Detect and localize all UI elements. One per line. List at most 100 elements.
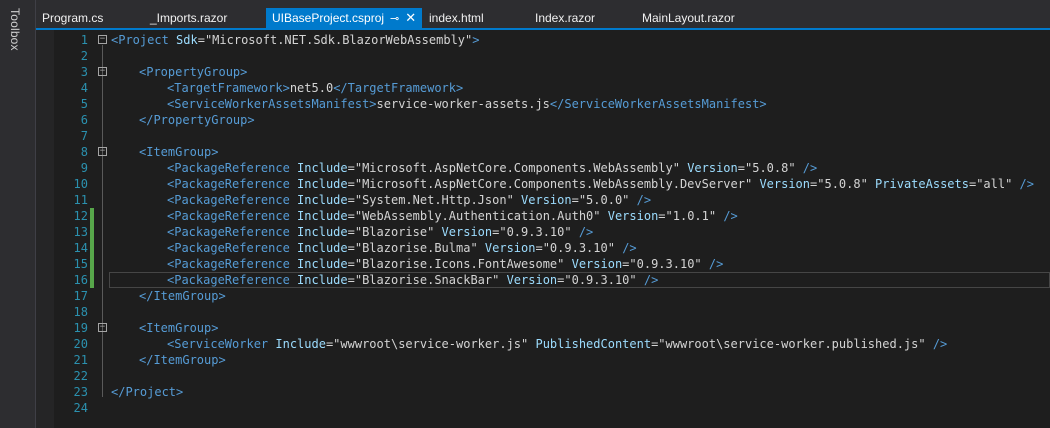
token-val: ="WebAssembly.Authentication.Auth0" bbox=[347, 209, 608, 223]
token-tag: <PackageReference bbox=[167, 241, 298, 255]
code-line[interactable]: 22 bbox=[36, 368, 1050, 384]
code-text: </Project> bbox=[111, 384, 183, 400]
code-line[interactable]: 20 <ServiceWorker Include="wwwroot\servic… bbox=[36, 336, 1050, 352]
token-val: ="wwwroot\service-worker.published.js" bbox=[651, 337, 933, 351]
token-tag: /> bbox=[1019, 177, 1034, 191]
code-line[interactable]: 4 <TargetFramework>net5.0</TargetFramewor… bbox=[36, 80, 1050, 96]
tab-index-razor[interactable]: Index.razor bbox=[535, 8, 595, 28]
code-line[interactable]: 23 </Project> bbox=[36, 384, 1050, 400]
token-attr: PrivateAssets bbox=[875, 177, 969, 191]
token-val: ="5.0.0" bbox=[571, 193, 637, 207]
code-line[interactable]: 7 bbox=[36, 128, 1050, 144]
token-attr: Version bbox=[607, 209, 659, 223]
code-text: <PackageReference Include="WebAssembly.A… bbox=[167, 208, 738, 224]
code-text: <TargetFramework>net5.0</TargetFramework… bbox=[167, 80, 463, 96]
tab-imports-razor[interactable]: _Imports.razor bbox=[150, 8, 227, 28]
code-line[interactable]: 14 <PackageReference Include="Blazorise.B… bbox=[36, 240, 1050, 256]
code-line[interactable]: 11 <PackageReference Include="System.Net.… bbox=[36, 192, 1050, 208]
close-icon[interactable]: ✕ bbox=[405, 8, 416, 28]
token-attr: Version bbox=[484, 241, 536, 255]
tab-label: MainLayout.razor bbox=[642, 11, 735, 25]
token-tag: </TargetFramework> bbox=[333, 81, 464, 95]
token-tag: <Project bbox=[111, 33, 177, 47]
token-val: ="0.9.3.10" bbox=[492, 225, 579, 239]
document-tab-bar: Program.cs _Imports.razor UIBaseProject.… bbox=[36, 0, 1050, 28]
token-tag: <TargetFramework> bbox=[167, 81, 290, 95]
code-line[interactable]: 24 bbox=[36, 400, 1050, 416]
token-tag: /> bbox=[636, 193, 652, 207]
line-number: 23 bbox=[73, 385, 88, 399]
collapse-icon[interactable]: − bbox=[98, 35, 107, 44]
token-tag: </ItemGroup> bbox=[139, 353, 226, 367]
collapse-icon[interactable]: − bbox=[98, 323, 107, 332]
code-line[interactable]: 18 bbox=[36, 304, 1050, 320]
token-attr: Include bbox=[297, 161, 348, 175]
tab-mainlayout-razor[interactable]: MainLayout.razor bbox=[642, 8, 735, 28]
toolbox-panel[interactable]: Toolbox bbox=[0, 0, 36, 428]
tab-index-html[interactable]: index.html bbox=[429, 8, 484, 28]
tab-program-cs[interactable]: Program.cs bbox=[42, 8, 103, 28]
tab-uibaseproject-csproj[interactable]: UIBaseProject.csproj ⊸ ✕ bbox=[266, 8, 423, 29]
code-line[interactable]: 2 bbox=[36, 48, 1050, 64]
code-line[interactable]: 19 − <ItemGroup> bbox=[36, 320, 1050, 336]
token-tag: <PackageReference bbox=[167, 209, 298, 223]
tab-label: index.html bbox=[429, 11, 484, 25]
line-number: 3 bbox=[80, 65, 88, 79]
change-marker bbox=[90, 272, 94, 288]
toolbox-label[interactable]: Toolbox bbox=[8, 8, 22, 51]
token-attr: Version bbox=[441, 225, 493, 239]
pin-icon[interactable]: ⊸ bbox=[390, 9, 399, 29]
code-line[interactable]: 16 <PackageReference Include="Blazorise.S… bbox=[36, 272, 1050, 288]
collapse-icon[interactable]: − bbox=[98, 147, 107, 156]
token-val: ="System.Net.Http.Json" bbox=[347, 193, 522, 207]
code-text: <ServiceWorker Include="wwwroot\service-… bbox=[167, 336, 947, 352]
line-number: 11 bbox=[73, 193, 88, 207]
line-number: 20 bbox=[73, 337, 88, 351]
change-marker bbox=[90, 256, 94, 272]
token-tag: /> bbox=[802, 161, 818, 175]
code-line[interactable]: 5 <ServiceWorkerAssetsManifest>service-wo… bbox=[36, 96, 1050, 112]
token-attr: Include bbox=[297, 225, 348, 239]
code-text: </ItemGroup> bbox=[139, 288, 226, 304]
line-number: 14 bbox=[73, 241, 88, 255]
code-line[interactable]: 17 </ItemGroup> bbox=[36, 288, 1050, 304]
code-line[interactable]: 13 <PackageReference Include="Blazorise" … bbox=[36, 224, 1050, 240]
token-val: ="0.9.3.10" bbox=[535, 241, 623, 255]
collapse-icon[interactable]: − bbox=[98, 67, 107, 76]
code-text: <ItemGroup> bbox=[139, 320, 218, 336]
token-tag: > bbox=[472, 33, 480, 47]
code-line[interactable]: 10 <PackageReference Include="Microsoft.A… bbox=[36, 176, 1050, 192]
code-text: <ServiceWorkerAssetsManifest>service-wor… bbox=[167, 96, 767, 112]
code-text: <PackageReference Include="Microsoft.Asp… bbox=[167, 176, 1034, 192]
code-line[interactable]: 3 − <PropertyGroup> bbox=[36, 64, 1050, 80]
code-line[interactable]: 15 <PackageReference Include="Blazorise.I… bbox=[36, 256, 1050, 272]
token-attr: PublishedContent bbox=[535, 337, 652, 351]
change-marker bbox=[90, 240, 94, 256]
line-number: 22 bbox=[73, 369, 88, 383]
token-val: ="0.9.3.10" bbox=[557, 273, 644, 287]
code-line[interactable]: 9 <PackageReference Include="Microsoft.As… bbox=[36, 160, 1050, 176]
code-text: <PackageReference Include="Blazorise.Bul… bbox=[167, 240, 637, 256]
token-val: ="wwwroot\service-worker.js" bbox=[325, 337, 536, 351]
token-tag: <PackageReference bbox=[167, 193, 298, 207]
code-line[interactable]: 1 − <Project Sdk="Microsoft.NET.Sdk.Blazor… bbox=[36, 32, 1050, 48]
code-line[interactable]: 8 − <ItemGroup> bbox=[36, 144, 1050, 160]
code-editor[interactable]: 1− <Project Sdk="Microsoft.NET.Sdk.Blazor… bbox=[36, 30, 1050, 428]
line-number: 24 bbox=[73, 401, 88, 415]
token-tag: <ServiceWorker bbox=[167, 337, 276, 351]
token-val: ="Blazorise.Icons.FontAwesome" bbox=[347, 257, 572, 271]
code-text: </PropertyGroup> bbox=[139, 112, 255, 128]
token-tag: /> bbox=[643, 273, 659, 287]
code-line[interactable]: 21 </ItemGroup> bbox=[36, 352, 1050, 368]
code-line[interactable]: 12 <PackageReference Include="WebAssembly… bbox=[36, 208, 1050, 224]
line-number: 12 bbox=[73, 209, 88, 223]
token-val: ="5.0.8" bbox=[737, 161, 803, 175]
token-val: ="Blazorise.SnackBar" bbox=[347, 273, 507, 287]
token-val: ="Microsoft.AspNetCore.Components.WebAss… bbox=[347, 161, 688, 175]
token-attr: Include bbox=[297, 193, 348, 207]
code-line[interactable]: 6 </PropertyGroup> bbox=[36, 112, 1050, 128]
token-val: ="all" bbox=[968, 177, 1020, 191]
tab-label: Index.razor bbox=[535, 11, 596, 25]
token-tag: <PackageReference bbox=[167, 257, 298, 271]
token-attr: Include bbox=[297, 241, 348, 255]
